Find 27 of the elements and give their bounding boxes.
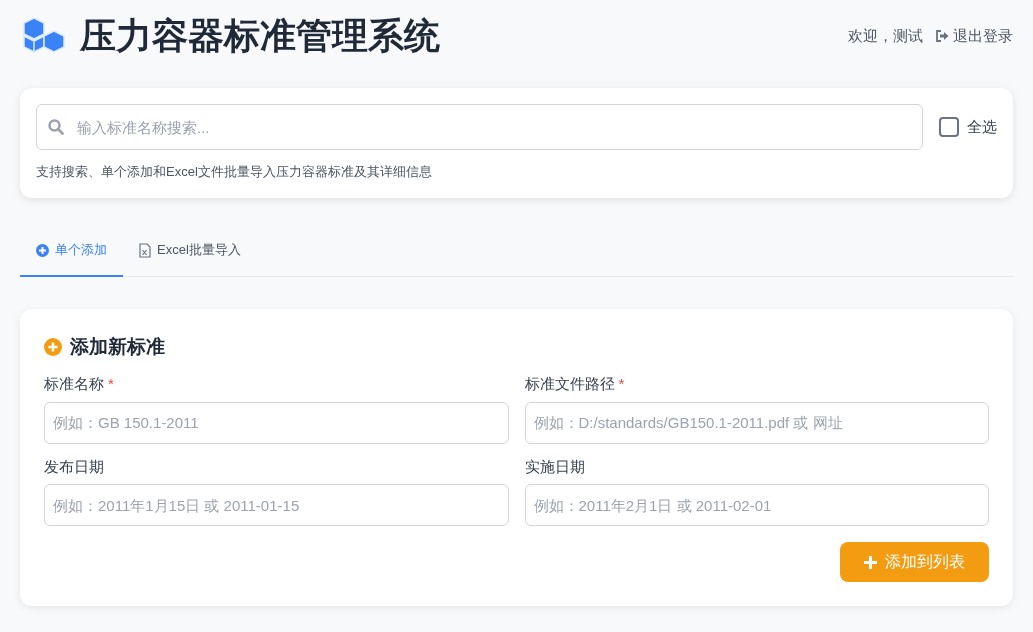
form-title: 添加新标准: [70, 334, 165, 359]
input-field[interactable]: 例如：D:/standards/GB150.1-2011.pdf 或 网址: [524, 401, 989, 444]
hint-text: 支持搜索、单个添加和Excel文件批量导入压力容器标准及其详细信息: [36, 163, 433, 181]
input-field[interactable]: 例如：GB 150.1-2011: [44, 401, 509, 444]
field-label: 发布日期: [44, 456, 104, 477]
select-all-label: 全选: [967, 116, 997, 137]
logout-icon: [935, 30, 949, 42]
app-title: 压力容器标准管理系统: [80, 18, 440, 54]
search-field[interactable]: 输入标准名称搜索...: [36, 104, 923, 150]
select-all-checkbox[interactable]: [939, 117, 959, 137]
field-label: 标准名称: [44, 374, 104, 394]
required-marker: *: [618, 374, 625, 394]
plus-circle-icon: [36, 243, 49, 257]
tab[interactable]: 单个添加: [20, 225, 123, 277]
search-icon: [48, 119, 64, 135]
spreadsheet-file-icon: [139, 242, 151, 258]
input-field[interactable]: 例如：2011年2月1日 或 2011-02-01: [524, 484, 989, 526]
cubes-icon: [20, 16, 68, 56]
required-marker: *: [108, 374, 114, 394]
input-field[interactable]: 例如：2011年1月15日 或 2011-01-15: [44, 484, 509, 526]
plus-circle-icon: [44, 337, 62, 356]
logout-link[interactable]: 退出登录: [935, 24, 1013, 48]
field-label: 实施日期: [524, 456, 585, 477]
field-label: 标准文件路径: [524, 374, 615, 394]
welcome-text: 欢迎，测试: [848, 25, 923, 46]
plus-icon: [864, 555, 877, 569]
tab[interactable]: Excel批量导入: [123, 225, 257, 277]
